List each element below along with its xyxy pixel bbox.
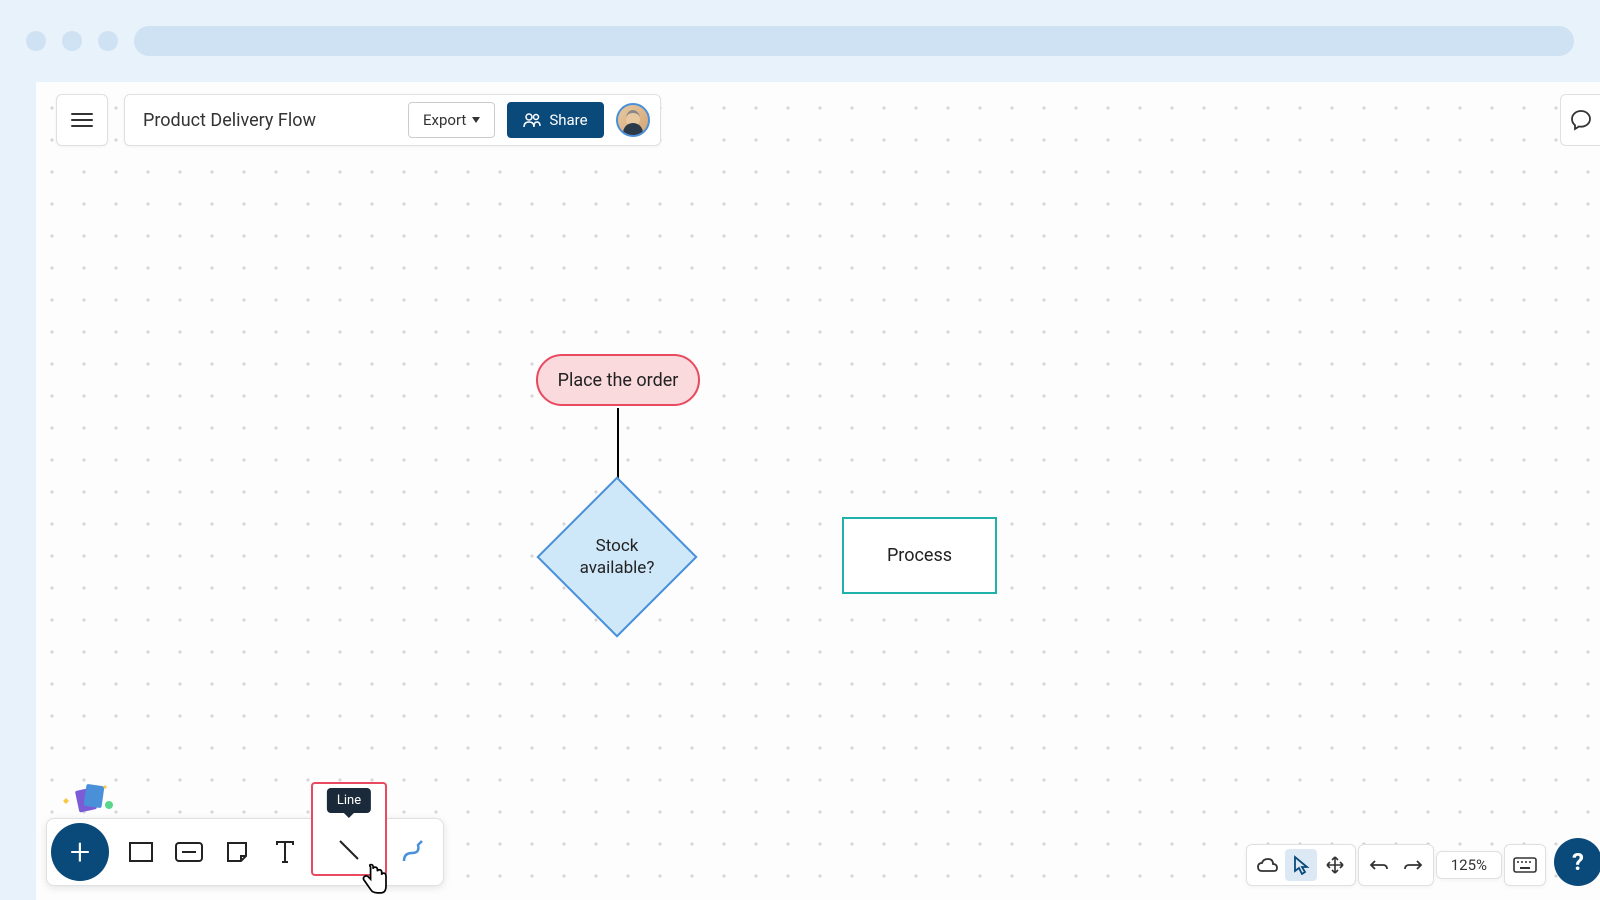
view-toolbar: 125% (1246, 844, 1546, 886)
speech-bubble-icon (1569, 108, 1593, 132)
undo-button[interactable] (1363, 849, 1395, 881)
text-tool[interactable] (263, 830, 307, 874)
hamburger-icon (71, 113, 93, 127)
hand-cursor-icon (356, 862, 392, 898)
node-label: Process (887, 545, 952, 566)
export-label: Export (423, 111, 466, 129)
share-button[interactable]: Share (507, 102, 603, 138)
keyboard-shortcuts-button[interactable] (1509, 849, 1541, 881)
export-button[interactable]: Export (408, 102, 495, 138)
node-label: Stockavailable? (580, 535, 655, 579)
connector-arrow (36, 82, 1600, 900)
help-button[interactable] (1554, 838, 1600, 886)
traffic-light (26, 31, 46, 51)
share-label: Share (549, 111, 587, 129)
redo-button[interactable] (1397, 849, 1429, 881)
document-title[interactable]: Product Delivery Flow (143, 110, 316, 131)
main-menu-button[interactable] (56, 94, 108, 146)
zoom-level[interactable]: 125% (1441, 856, 1497, 874)
user-avatar[interactable] (616, 103, 650, 137)
pointer-tool[interactable] (1285, 849, 1317, 881)
terminator-node-start[interactable]: Place the order (536, 354, 700, 406)
container-tool[interactable] (167, 830, 211, 874)
draw-tool[interactable] (391, 830, 435, 874)
url-bar[interactable] (134, 26, 1574, 56)
canvas[interactable]: Product Delivery Flow Export Share (36, 82, 1600, 900)
traffic-light (62, 31, 82, 51)
traffic-lights (26, 31, 118, 51)
pan-tool[interactable] (1319, 849, 1351, 881)
node-label: Place the order (558, 370, 679, 391)
chevron-down-icon (472, 117, 480, 123)
flowchart: Place the order Stockavailable? Process (36, 82, 1600, 900)
traffic-light (98, 31, 118, 51)
sticky-note-tool[interactable] (215, 830, 259, 874)
decision-node-stock[interactable]: Stockavailable? (560, 500, 674, 614)
cloud-sync-button[interactable] (1251, 849, 1283, 881)
process-node[interactable]: Process (842, 517, 997, 594)
add-shape-button[interactable] (51, 823, 109, 881)
tooltip: Line (327, 788, 371, 813)
people-icon (523, 112, 541, 128)
title-bar: Product Delivery Flow Export Share (124, 94, 661, 146)
rectangle-tool[interactable] (119, 830, 163, 874)
browser-chrome (0, 0, 1600, 82)
comments-button[interactable] (1560, 94, 1600, 146)
sparkle-decoration (55, 779, 115, 819)
